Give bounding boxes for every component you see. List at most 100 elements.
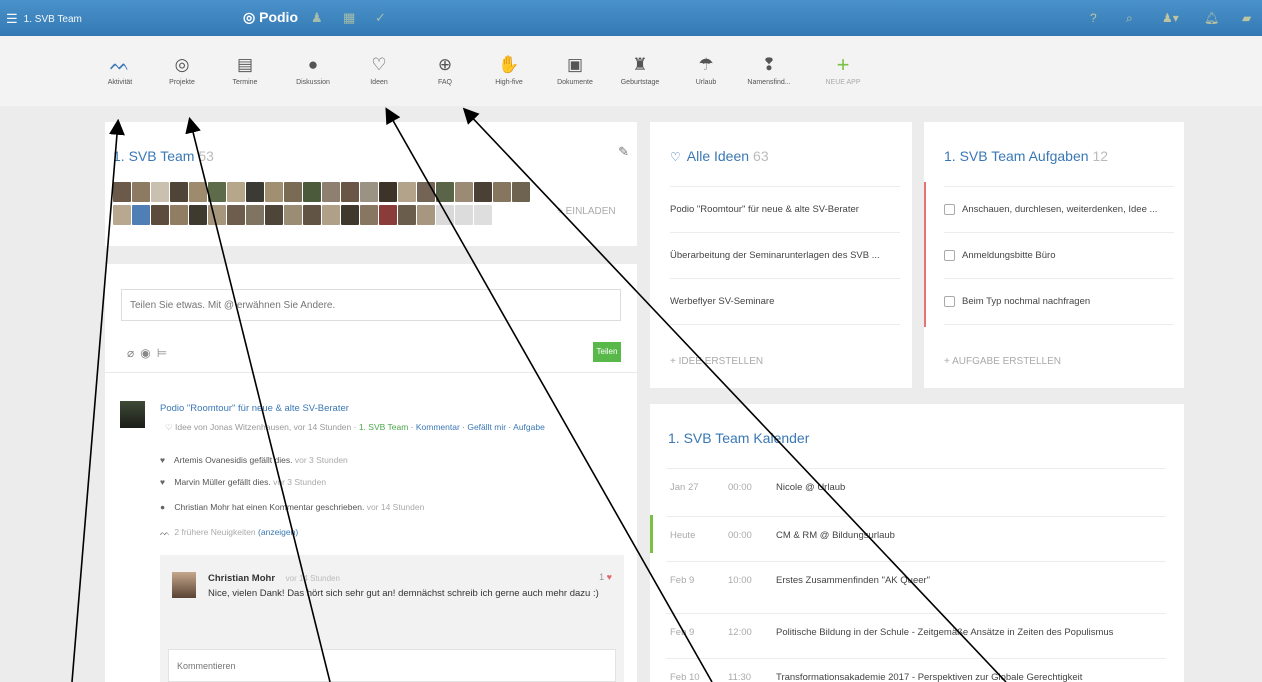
avatar[interactable]	[512, 182, 530, 202]
avatar[interactable]	[417, 182, 435, 202]
create-task-button[interactable]: + AUFGABE ERSTELLEN	[944, 356, 1061, 367]
task-item[interactable]: Anschauen, durchlesen, weiterdenken, Ide…	[944, 186, 1174, 232]
avatar[interactable]	[322, 205, 340, 225]
app-new[interactable]: + NEUE APP	[813, 54, 873, 87]
avatar[interactable]	[398, 182, 416, 202]
task-checkbox[interactable]	[944, 296, 955, 307]
list-item[interactable]: Werbeflyer SV-Seminare	[670, 278, 900, 324]
team-link[interactable]: 1. SVB Team	[359, 422, 408, 432]
calendar-title[interactable]: 1. SVB Team Kalender	[668, 430, 809, 446]
avatar[interactable]	[170, 205, 188, 225]
app-high-five[interactable]: ✋ High-five	[479, 54, 539, 86]
avatar[interactable]	[265, 182, 283, 202]
calendar-nav-icon[interactable]: ▦	[343, 10, 355, 26]
task-checkbox[interactable]	[944, 204, 955, 215]
avatar[interactable]	[227, 205, 245, 225]
search-icon[interactable]: ⌕	[1126, 11, 1133, 26]
avatar[interactable]	[151, 182, 169, 202]
avatar[interactable]	[208, 182, 226, 202]
comment-like-count[interactable]: 1 ♥	[599, 572, 612, 582]
calendar-event[interactable]: Feb 10 11:30 Transformationsakademie 201…	[666, 658, 1166, 682]
avatar[interactable]	[265, 205, 283, 225]
post-actions[interactable]: · Kommentar · Gefällt mir · Aufgabe	[411, 422, 545, 432]
calendar-event[interactable]: Feb 9 12:00 Politische Bildung in der Sc…	[666, 613, 1166, 649]
app-urlaub[interactable]: ☂ Urlaub	[676, 54, 736, 86]
globe-icon[interactable]: ◉	[140, 346, 150, 360]
avatar[interactable]	[379, 182, 397, 202]
list-item[interactable]: Podio "Roomtour" für neue & alte SV-Bera…	[670, 186, 900, 232]
avatar[interactable]	[246, 205, 264, 225]
avatar[interactable]	[474, 205, 492, 225]
hamburger-menu-icon[interactable]: ☰	[6, 11, 18, 27]
invite-button[interactable]: + EINLADEN	[557, 206, 616, 217]
calendar-event[interactable]: Heute 00:00 CM & RM @ Bildungsurlaub	[666, 516, 1166, 552]
avatar[interactable]	[172, 572, 196, 598]
app-diskussion[interactable]: ● Diskussion	[283, 54, 343, 86]
avatar[interactable]	[341, 182, 359, 202]
avatar[interactable]	[170, 182, 188, 202]
task-item[interactable]: Anmeldungsbitte Büro	[944, 232, 1174, 278]
list-item[interactable]: Überarbeitung der Seminarunterlagen des …	[670, 232, 900, 278]
ideas-title[interactable]: ♡ Alle Ideen 63	[670, 148, 769, 164]
app-dokumente[interactable]: ▣ Dokumente	[545, 54, 605, 86]
contacts-icon[interactable]: ♟	[311, 10, 323, 26]
avatar[interactable]	[246, 182, 264, 202]
avatar[interactable]	[398, 205, 416, 225]
avatar[interactable]	[189, 205, 207, 225]
podio-logo[interactable]: ◎ Podio	[243, 9, 298, 26]
show-earlier-link[interactable]: (anzeigen)	[258, 527, 298, 537]
avatar[interactable]	[493, 182, 511, 202]
share-input[interactable]	[121, 289, 621, 321]
avatar[interactable]	[151, 205, 169, 225]
attach-icon[interactable]: ⌀	[127, 346, 134, 360]
app-faq[interactable]: ⊕ FAQ	[415, 54, 475, 86]
avatar[interactable]	[284, 205, 302, 225]
avatar[interactable]	[360, 205, 378, 225]
app-aktivitaet[interactable]: ᨓ Aktivität	[90, 54, 150, 86]
avatar[interactable]	[360, 182, 378, 202]
notifications-icon[interactable]: 🔔︎	[1204, 11, 1219, 25]
app-ideen[interactable]: ♡ Ideen	[349, 54, 409, 86]
avatar[interactable]	[455, 182, 473, 202]
avatar[interactable]	[455, 205, 473, 225]
avatar[interactable]	[322, 182, 340, 202]
task-item[interactable]: Beim Typ nochmal nachfragen	[944, 278, 1174, 324]
help-icon[interactable]: ?	[1090, 11, 1097, 25]
task-checkbox[interactable]	[944, 250, 955, 261]
avatar[interactable]	[120, 401, 145, 428]
avatar[interactable]	[208, 205, 226, 225]
post-title[interactable]: Podio "Roomtour" für neue & alte SV-Bera…	[160, 403, 349, 414]
app-geburtstage[interactable]: ♜ Geburtstage	[610, 54, 670, 86]
avatar[interactable]	[113, 205, 131, 225]
calendar-event[interactable]: Jan 27 00:00 Nicole @ Urlaub	[666, 468, 1166, 504]
workspace-switcher[interactable]: ☰ 1. SVB Team	[6, 11, 82, 27]
chat-icon[interactable]: ▰	[1242, 11, 1251, 25]
avatar[interactable]	[189, 182, 207, 202]
create-idea-button[interactable]: + IDEE ERSTELLEN	[670, 356, 763, 367]
pin-icon[interactable]: ✎	[618, 144, 629, 160]
avatar[interactable]	[132, 205, 150, 225]
app-termine[interactable]: ▤ Termine	[215, 54, 275, 86]
calendar-event[interactable]: Feb 9 10:00 Erstes Zusammenfinden "AK Qu…	[666, 561, 1166, 597]
app-namensfindung[interactable]: ❢ Namensfind...	[739, 54, 799, 86]
avatar[interactable]	[379, 205, 397, 225]
user-menu-icon[interactable]: ♟▾	[1162, 11, 1179, 25]
list-icon[interactable]: ⊨	[157, 346, 167, 360]
avatar[interactable]	[113, 182, 131, 202]
avatar[interactable]	[284, 182, 302, 202]
avatar[interactable]	[474, 182, 492, 202]
avatar[interactable]	[132, 182, 150, 202]
avatar[interactable]	[227, 182, 245, 202]
tasks-title[interactable]: 1. SVB Team Aufgaben 12	[944, 148, 1108, 164]
avatar[interactable]	[417, 205, 435, 225]
team-title[interactable]: 1. SVB Team 53	[113, 148, 214, 164]
avatar[interactable]	[436, 205, 454, 225]
avatar[interactable]	[341, 205, 359, 225]
avatar[interactable]	[303, 205, 321, 225]
avatar[interactable]	[436, 182, 454, 202]
app-projekte[interactable]: ◎ Projekte	[152, 54, 212, 86]
comment-input[interactable]	[168, 649, 616, 682]
share-button[interactable]: Teilen	[593, 342, 621, 362]
tasks-nav-icon[interactable]: ✓	[375, 10, 386, 26]
avatar[interactable]	[303, 182, 321, 202]
